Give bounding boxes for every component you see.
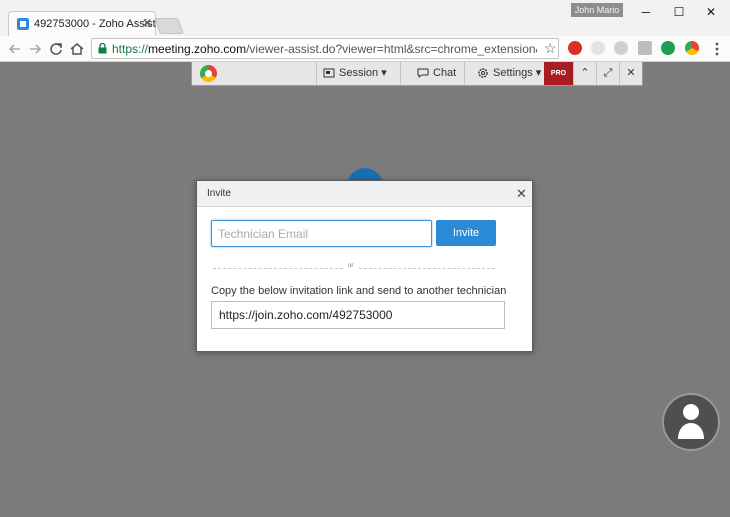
chrome-extension-icon[interactable]: [685, 41, 699, 55]
k-extension-icon[interactable]: [661, 41, 675, 55]
browser-tab[interactable]: 492753000 - Zoho Assist ✕: [8, 11, 156, 36]
remote-viewer-area: Session ▾ Chat Settings ▾ PRO ⌃ ⤢ ✕ Invi…: [0, 62, 730, 517]
lock-icon: [98, 43, 107, 54]
dialog-title: Invite: [207, 188, 231, 199]
session-icon: [323, 68, 335, 78]
fullscreen-icon[interactable]: ⤢: [596, 62, 619, 85]
minimize-icon[interactable]: ─: [630, 2, 662, 22]
hat-extension-icon[interactable]: [614, 41, 628, 55]
chat-button[interactable]: Chat: [400, 62, 464, 85]
browser-titlebar: 492753000 - Zoho Assist ✕ John Mario ─ ☐…: [0, 0, 730, 36]
copy-instruction: Copy the below invitation link and send …: [211, 285, 507, 297]
browser-navbar: https://meeting.zoho.com/viewer-assist.d…: [0, 36, 730, 62]
session-label: Session: [339, 67, 379, 79]
session-menu[interactable]: Session ▾: [316, 62, 400, 85]
url-text: https://meeting.zoho.com/viewer-assist.d…: [112, 42, 537, 56]
figure-icon: [678, 404, 704, 439]
maximize-icon[interactable]: ☐: [663, 2, 695, 22]
chat-label: Chat: [433, 67, 457, 79]
or-separator: or: [348, 263, 354, 269]
invite-dialog: Invite ✕ Invite or Copy the below invita…: [196, 180, 533, 352]
divider-right: [359, 268, 495, 269]
settings-menu[interactable]: Settings ▾: [464, 62, 544, 85]
invite-button[interactable]: Invite: [436, 220, 496, 246]
toolbar-close-icon[interactable]: ✕: [619, 62, 642, 85]
zoho-assist-logo: [200, 65, 217, 82]
technician-email-field[interactable]: [211, 220, 432, 247]
zoho-toolbar: Session ▾ Chat Settings ▾ PRO ⌃ ⤢ ✕: [191, 62, 643, 86]
watermark-logo: [662, 393, 720, 451]
home-icon[interactable]: [68, 40, 86, 58]
tab-title: 492753000 - Zoho Assist: [34, 18, 156, 30]
dialog-close-icon[interactable]: ✕: [516, 186, 527, 202]
menu-icon[interactable]: [708, 40, 726, 58]
back-icon[interactable]: [6, 40, 24, 58]
gear-icon: [478, 68, 488, 78]
chat-icon: [417, 68, 429, 78]
new-tab-button[interactable]: [154, 18, 184, 34]
invitation-link-field[interactable]: https://join.zoho.com/492753000: [211, 301, 505, 329]
reload-icon[interactable]: [47, 40, 65, 58]
settings-label: Settings: [493, 67, 533, 79]
zoho-favicon-icon: [17, 18, 29, 30]
window-extension-icon[interactable]: [638, 41, 652, 55]
adblock-extension-icon[interactable]: [568, 41, 582, 55]
divider-left: [213, 268, 343, 269]
dialog-header: Invite ✕: [197, 181, 532, 207]
url-host: meeting.zoho.com: [148, 42, 247, 56]
forward-icon[interactable]: [26, 40, 44, 58]
collapse-icon[interactable]: ⌃: [573, 62, 596, 85]
eyedropper-extension-icon[interactable]: [591, 41, 605, 55]
window-close-icon[interactable]: ✕: [695, 2, 727, 22]
address-bar[interactable]: https://meeting.zoho.com/viewer-assist.d…: [91, 38, 559, 59]
pro-badge[interactable]: PRO: [544, 62, 573, 85]
url-path: /viewer-assist.do?viewer=html&src=chrome…: [246, 42, 537, 56]
bookmark-star-icon[interactable]: ☆: [544, 40, 557, 57]
profile-name[interactable]: John Mario: [571, 3, 623, 17]
tab-close-icon[interactable]: ✕: [142, 16, 152, 30]
url-scheme: https://: [112, 42, 149, 56]
